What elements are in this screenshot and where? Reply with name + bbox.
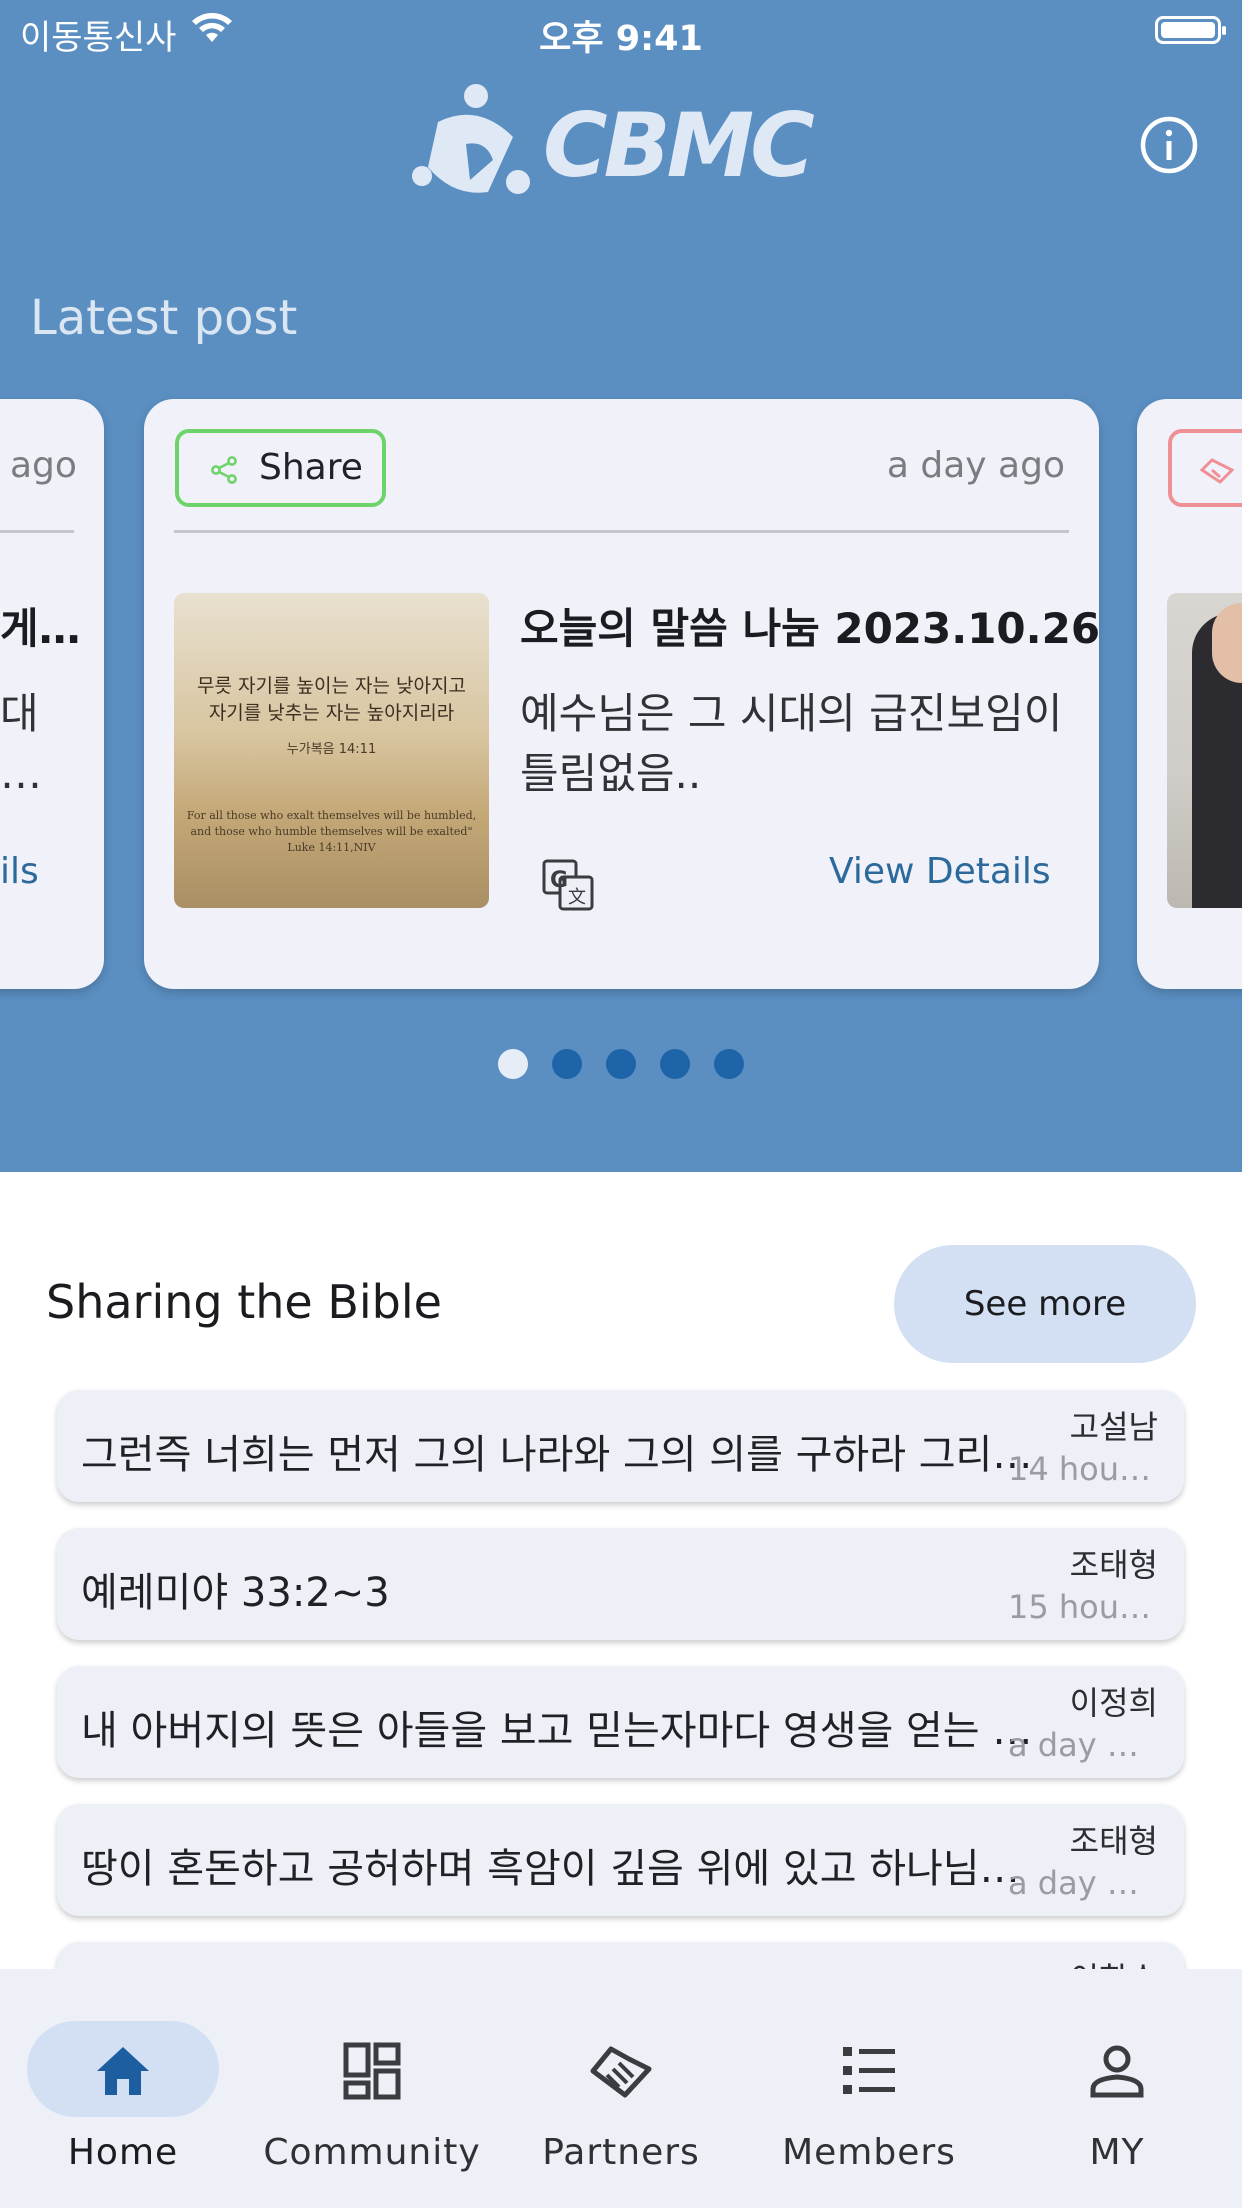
list-item-time: 14 hours ago — [1008, 1450, 1158, 1488]
tab-label: Partners — [542, 2132, 700, 2173]
partner-tag — [1168, 429, 1242, 507]
thumbnail-verse: 무릇 자기를 높이는 자는 낮아지고 자기를 낮추는 자는 높아지리라 — [197, 675, 466, 724]
logo-mark-icon — [412, 84, 530, 194]
post-thumbnail[interactable]: 무릇 자기를 높이는 자는 낮아지고 자기를 낮추는 자는 높아지리라 누가복음 … — [174, 593, 489, 908]
info-button[interactable] — [1139, 115, 1199, 175]
tab-home[interactable]: Home — [3, 2009, 243, 2189]
post-title: 게… — [0, 604, 81, 653]
hero-section: 이동통신사 오후 9:41 CBMC Latest post ago 게… 대…… — [0, 0, 1242, 1172]
post-title: 오늘의 말씀 나눔 2023.10.26 — [520, 604, 1099, 653]
list-item[interactable]: 그런즉 너희는 먼저 그의 나라와 그의 의를 구하라 그리하면 이 모든 것을… — [57, 1390, 1184, 1502]
bottom-tab-bar: Home Community Partners Members MY — [0, 1969, 1242, 2208]
tab-label: Home — [67, 2132, 179, 2173]
view-details-link[interactable]: View Details — [829, 851, 1051, 892]
post-time: ago — [10, 445, 77, 486]
tab-my[interactable]: MY — [997, 2009, 1237, 2189]
handshake-icon — [1200, 458, 1234, 484]
post-thumbnail[interactable] — [1167, 593, 1242, 908]
post-body: 예수님은 그 시대의 급진보임이 틀림없음.. — [520, 689, 1063, 798]
pager-dot[interactable] — [714, 1049, 744, 1079]
thumbnail-reference: 누가복음 14:11 — [286, 742, 377, 757]
post-card[interactable]: Share a day ago 무릇 자기를 높이는 자는 낮아지고 자기를 낮추… — [144, 399, 1099, 989]
list-item-time: a day ago — [1008, 1726, 1158, 1764]
info-circle-icon — [1140, 116, 1198, 174]
tab-label: Members — [782, 2132, 956, 2173]
post-card-next[interactable] — [1137, 399, 1242, 989]
pager-dot[interactable] — [606, 1049, 636, 1079]
list-item-author: 이정희 — [1069, 1684, 1158, 1722]
list-item-text: 내 아버지의 뜻은 아들을 보고 믿는자마다 영생을 얻는 이것이니 — [81, 1708, 1041, 1754]
pager-dot[interactable] — [552, 1049, 582, 1079]
list-item-author: 고설남 — [1069, 1408, 1158, 1446]
thumbnail-verse-english: For all those who exalt themselves will … — [186, 809, 477, 854]
home-icon — [97, 2047, 149, 2095]
share-tag: Share — [175, 429, 386, 507]
list-item-text: 그런즉 너희는 먼저 그의 나라와 그의 의를 구하라 그리하면 이 모든 것을… — [81, 1432, 1041, 1478]
share-icon — [211, 456, 237, 484]
list-item-time: a day ago — [1008, 1864, 1158, 1902]
cbmc-logo: CBMC — [408, 82, 828, 202]
pager-dot[interactable] — [498, 1049, 528, 1079]
list-item[interactable]: 땅이 혼돈하고 공허하며 흑암이 깊음 위에 있고 하나님의 영은 수면 위에 … — [57, 1804, 1184, 1916]
card-divider — [0, 530, 74, 533]
tab-community[interactable]: Community — [252, 2009, 492, 2189]
svg-text:G: G — [550, 868, 568, 893]
list-item[interactable]: 내 아버지의 뜻은 아들을 보고 믿는자마다 영생을 얻는 이것이니 이정희 a… — [57, 1666, 1184, 1778]
logo-text: CBMC — [543, 94, 815, 197]
tab-label: MY — [1089, 2132, 1145, 2173]
tab-partners[interactable]: Partners — [501, 2009, 741, 2189]
list-item-author: 조태형 — [1069, 1546, 1158, 1584]
list-item-text: 땅이 혼돈하고 공허하며 흑암이 깊음 위에 있고 하나님의 영은 수면 위에 … — [81, 1846, 1041, 1892]
status-time: 오후 9:41 — [539, 19, 703, 59]
handshake-icon — [590, 2046, 652, 2098]
list-item-text: 예레미야 33:2~3 — [81, 1570, 390, 1616]
list-item-time: 15 hours ago — [1008, 1588, 1158, 1626]
pager-dot[interactable] — [660, 1049, 690, 1079]
tab-label: Community — [263, 2132, 481, 2173]
list-item-author: 조태형 — [1069, 1822, 1158, 1860]
translate-button[interactable]: G 文 — [542, 859, 596, 917]
list-icon — [843, 2047, 895, 2094]
post-time: a day ago — [886, 445, 1065, 486]
card-divider — [174, 530, 1069, 533]
see-more-button[interactable]: See more — [894, 1245, 1196, 1363]
post-body: 대… — [0, 689, 42, 798]
post-card-previous[interactable]: ago 게… 대… ils — [0, 399, 104, 989]
battery-icon — [1155, 16, 1226, 44]
tab-members[interactable]: Members — [749, 2009, 989, 2189]
list-item[interactable]: 예레미야 33:2~3 조태형 15 hours ago — [57, 1528, 1184, 1640]
sharing-section-title: Sharing the Bible — [46, 1275, 442, 1329]
view-details-link[interactable]: ils — [0, 851, 39, 892]
latest-post-title: Latest post — [30, 290, 298, 346]
share-tag-label: Share — [259, 447, 363, 488]
dashboard-icon — [343, 2042, 401, 2100]
person-icon — [1090, 2045, 1144, 2098]
svg-text:文: 文 — [568, 887, 586, 908]
status-bar: 이동통신사 오후 9:41 — [0, 0, 1242, 62]
carousel-pager — [0, 1049, 1242, 1079]
translate-icon: G 文 — [542, 859, 594, 911]
